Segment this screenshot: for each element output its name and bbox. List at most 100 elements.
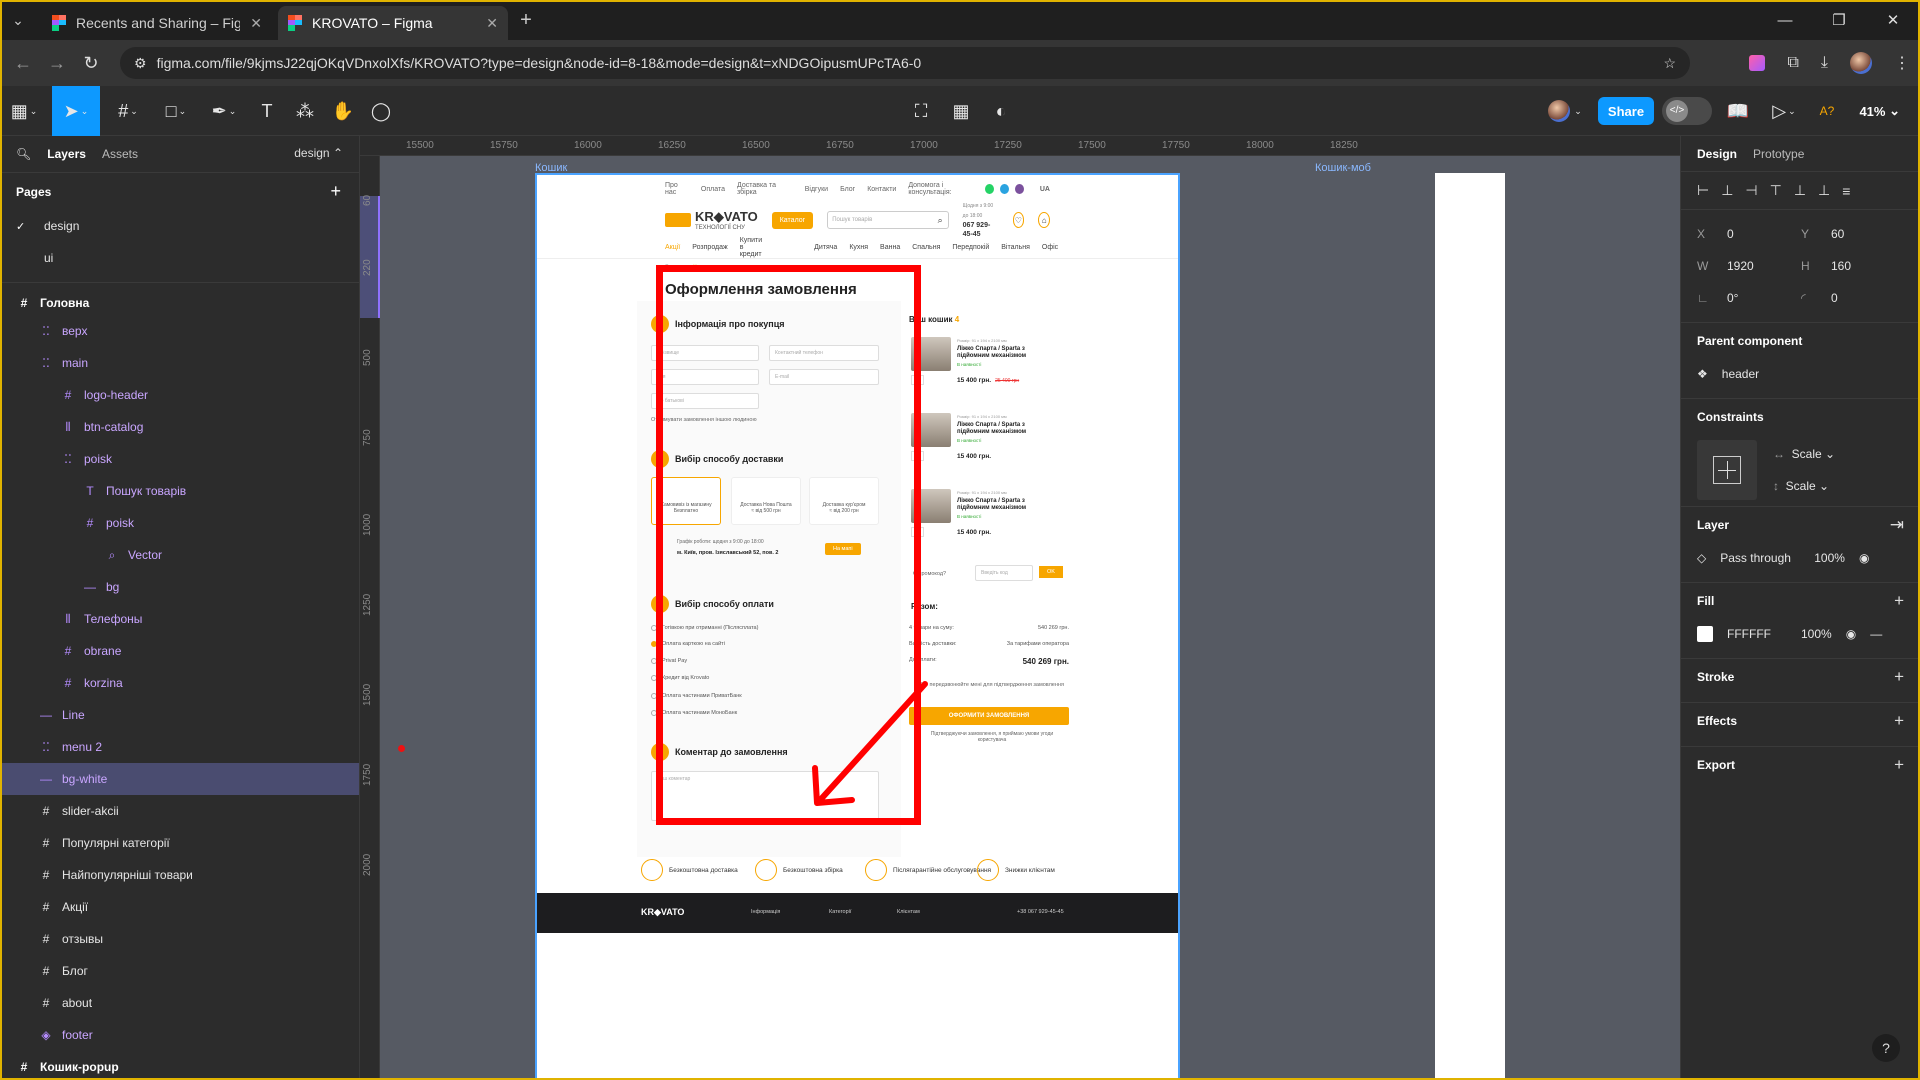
move-tool-icon[interactable]: ➤ ⌄ <box>52 86 100 136</box>
radius-field[interactable]: 0 <box>1831 291 1838 305</box>
back-icon[interactable]: ← <box>6 53 40 74</box>
add-export-icon[interactable]: + <box>1894 755 1904 775</box>
align-center-h-icon[interactable]: ⊥ <box>1721 182 1733 199</box>
tab-recents[interactable]: Recents and Sharing – Figma ✕ <box>42 6 272 40</box>
constraints-widget[interactable] <box>1697 440 1757 500</box>
tab-prototype[interactable]: Prototype <box>1753 147 1804 161</box>
layer-item[interactable]: T Пошук товарів <box>0 475 359 507</box>
close-tab-icon[interactable]: ✕ <box>486 15 498 32</box>
layer-item[interactable]: # poisk <box>0 507 359 539</box>
fill-visibility-icon[interactable]: ◉ <box>1846 627 1856 641</box>
frame-label-mobile[interactable]: Кошик-моб <box>1315 162 1371 174</box>
contrast-icon[interactable]: ◐ <box>986 86 1016 136</box>
bookmark-star-icon[interactable]: ☆ <box>1663 55 1676 72</box>
layer-opacity[interactable]: 100% <box>1814 551 1845 565</box>
rotation-field[interactable]: 0° <box>1727 291 1787 305</box>
add-fill-icon[interactable]: + <box>1894 591 1904 611</box>
page-item-design[interactable]: ✓ design <box>0 210 359 242</box>
close-window-icon[interactable]: ✕ <box>1866 0 1920 40</box>
mobile-frame-koshyk[interactable] <box>1435 173 1505 1080</box>
fill-swatch[interactable] <box>1697 626 1713 642</box>
grid-icon[interactable]: ▦ <box>946 86 976 136</box>
layer-item[interactable]: # Кошик-popup <box>0 1051 359 1080</box>
resources-icon[interactable]: ⁂ <box>290 86 320 136</box>
frame-selection-icon[interactable]: ⛶ <box>906 86 936 136</box>
layer-item[interactable]: # отзывы <box>0 923 359 955</box>
minimize-icon[interactable]: — <box>1758 0 1812 40</box>
remove-fill-icon[interactable]: — <box>1870 627 1882 641</box>
align-bottom-icon[interactable]: ⊥ <box>1818 182 1830 199</box>
close-tab-icon[interactable]: ✕ <box>250 15 262 32</box>
extensions-puzzle-icon[interactable]: ⧉ <box>1787 54 1798 72</box>
w-field[interactable]: 1920 <box>1727 259 1787 273</box>
tab-layers[interactable]: Layers <box>47 147 86 161</box>
share-button[interactable]: Share <box>1598 97 1654 125</box>
shape-tool-icon[interactable]: □ ⌄ <box>156 86 196 136</box>
layer-item[interactable]: # obrane <box>0 635 359 667</box>
site-info-icon[interactable]: ⚙ <box>134 55 147 72</box>
layer-item[interactable]: ⁚⁚ верх <box>0 315 359 347</box>
comment-tool-icon[interactable]: ◯ <box>366 86 396 136</box>
blend-mode-select[interactable]: Pass through <box>1720 551 1800 565</box>
url-field[interactable]: ⚙ figma.com/file/9kjmsJ22qjOKqVDnxolXfs/… <box>120 47 1690 79</box>
extension-gradient-icon[interactable] <box>1749 55 1766 71</box>
layer-item[interactable]: ⁚⁚ poisk <box>0 443 359 475</box>
align-middle-icon[interactable]: ⊥ <box>1794 182 1806 199</box>
layer-item[interactable]: ⁚⁚ main <box>0 347 359 379</box>
layer-item[interactable]: # logo-header <box>0 379 359 411</box>
restore-icon[interactable]: ❐ <box>1812 0 1866 40</box>
main-menu-icon[interactable]: ▦ ⌄ <box>6 86 42 136</box>
layer-item[interactable]: ◈ footer <box>0 1019 359 1051</box>
layer-item[interactable]: — bg-white <box>0 763 359 795</box>
layer-item[interactable]: # about <box>0 987 359 1019</box>
zoom-level[interactable]: 41% ⌄ <box>1859 86 1900 136</box>
user-avatar[interactable]: ⌄ <box>1540 86 1590 136</box>
constraint-horizontal[interactable]: ↔ Scale ⌄ <box>1773 438 1835 470</box>
layer-item[interactable]: # Блог <box>0 955 359 987</box>
layer-item[interactable]: ⫴ btn-catalog <box>0 411 359 443</box>
layer-item[interactable]: # Акції <box>0 891 359 923</box>
layer-item[interactable]: # korzina <box>0 667 359 699</box>
reload-icon[interactable]: ↻ <box>74 53 108 74</box>
align-right-icon[interactable]: ⊣ <box>1745 182 1757 199</box>
page-selector[interactable]: design ⌃ <box>294 146 343 160</box>
parent-component-link[interactable]: ❖ header <box>1681 358 1920 390</box>
add-page-icon[interactable]: + <box>330 181 341 202</box>
visibility-eye-icon[interactable]: ◉ <box>1859 551 1869 565</box>
constraint-vertical[interactable]: ↕ Scale ⌄ <box>1773 470 1835 502</box>
tab-design[interactable]: Design <box>1697 147 1737 161</box>
layer-item[interactable]: # Популярні категорії <box>0 827 359 859</box>
layer-item[interactable]: — bg <box>0 571 359 603</box>
canvas[interactable]: 15500 15750 16000 16250 16500 16750 17000 17250… <box>360 136 1680 1080</box>
layer-item[interactable]: — Line <box>0 699 359 731</box>
search-layers-icon[interactable]: 🔍︎ <box>16 147 31 161</box>
forward-icon[interactable]: → <box>40 53 74 74</box>
add-stroke-icon[interactable]: + <box>1894 667 1904 687</box>
help-icon[interactable]: ? <box>1872 1034 1900 1062</box>
library-book-icon[interactable]: 📖 <box>1722 86 1754 136</box>
dev-mode-toggle[interactable]: </> <box>1662 97 1712 125</box>
align-top-icon[interactable]: ⊤ <box>1770 182 1782 199</box>
pen-tool-icon[interactable]: ✒ ⌄ <box>204 86 244 136</box>
distribute-icon[interactable]: ≡ <box>1842 183 1850 199</box>
layer-item[interactable]: # slider-akcii <box>0 795 359 827</box>
ai-icon[interactable]: A? <box>1812 86 1842 136</box>
text-tool-icon[interactable]: T <box>252 86 282 136</box>
tab-krovato[interactable]: KROVATO – Figma ✕ <box>278 6 508 40</box>
download-icon[interactable]: ⤓ <box>1821 54 1828 72</box>
tab-assets[interactable]: Assets <box>102 147 138 161</box>
tab-search-icon[interactable]: ⌄ <box>0 4 36 36</box>
present-play-icon[interactable]: ▷ ⌄ <box>1764 86 1804 136</box>
layer-item[interactable]: ⌕ Vector <box>0 539 359 571</box>
fill-hex[interactable]: FFFFFF <box>1727 627 1787 641</box>
new-tab-button[interactable]: + <box>508 9 544 32</box>
fill-opacity[interactable]: 100% <box>1801 627 1832 641</box>
x-field[interactable]: 0 <box>1727 227 1787 241</box>
browser-menu-icon[interactable]: ⋮ <box>1894 53 1910 73</box>
y-field[interactable]: 60 <box>1831 227 1844 241</box>
h-field[interactable]: 160 <box>1831 259 1851 273</box>
layer-item[interactable]: ⫴ Телефоны <box>0 603 359 635</box>
page-item-ui[interactable]: ui <box>0 242 359 274</box>
component-interaction-icon[interactable]: ⇥ <box>1890 515 1904 535</box>
align-left-icon[interactable]: ⊢ <box>1697 182 1709 199</box>
